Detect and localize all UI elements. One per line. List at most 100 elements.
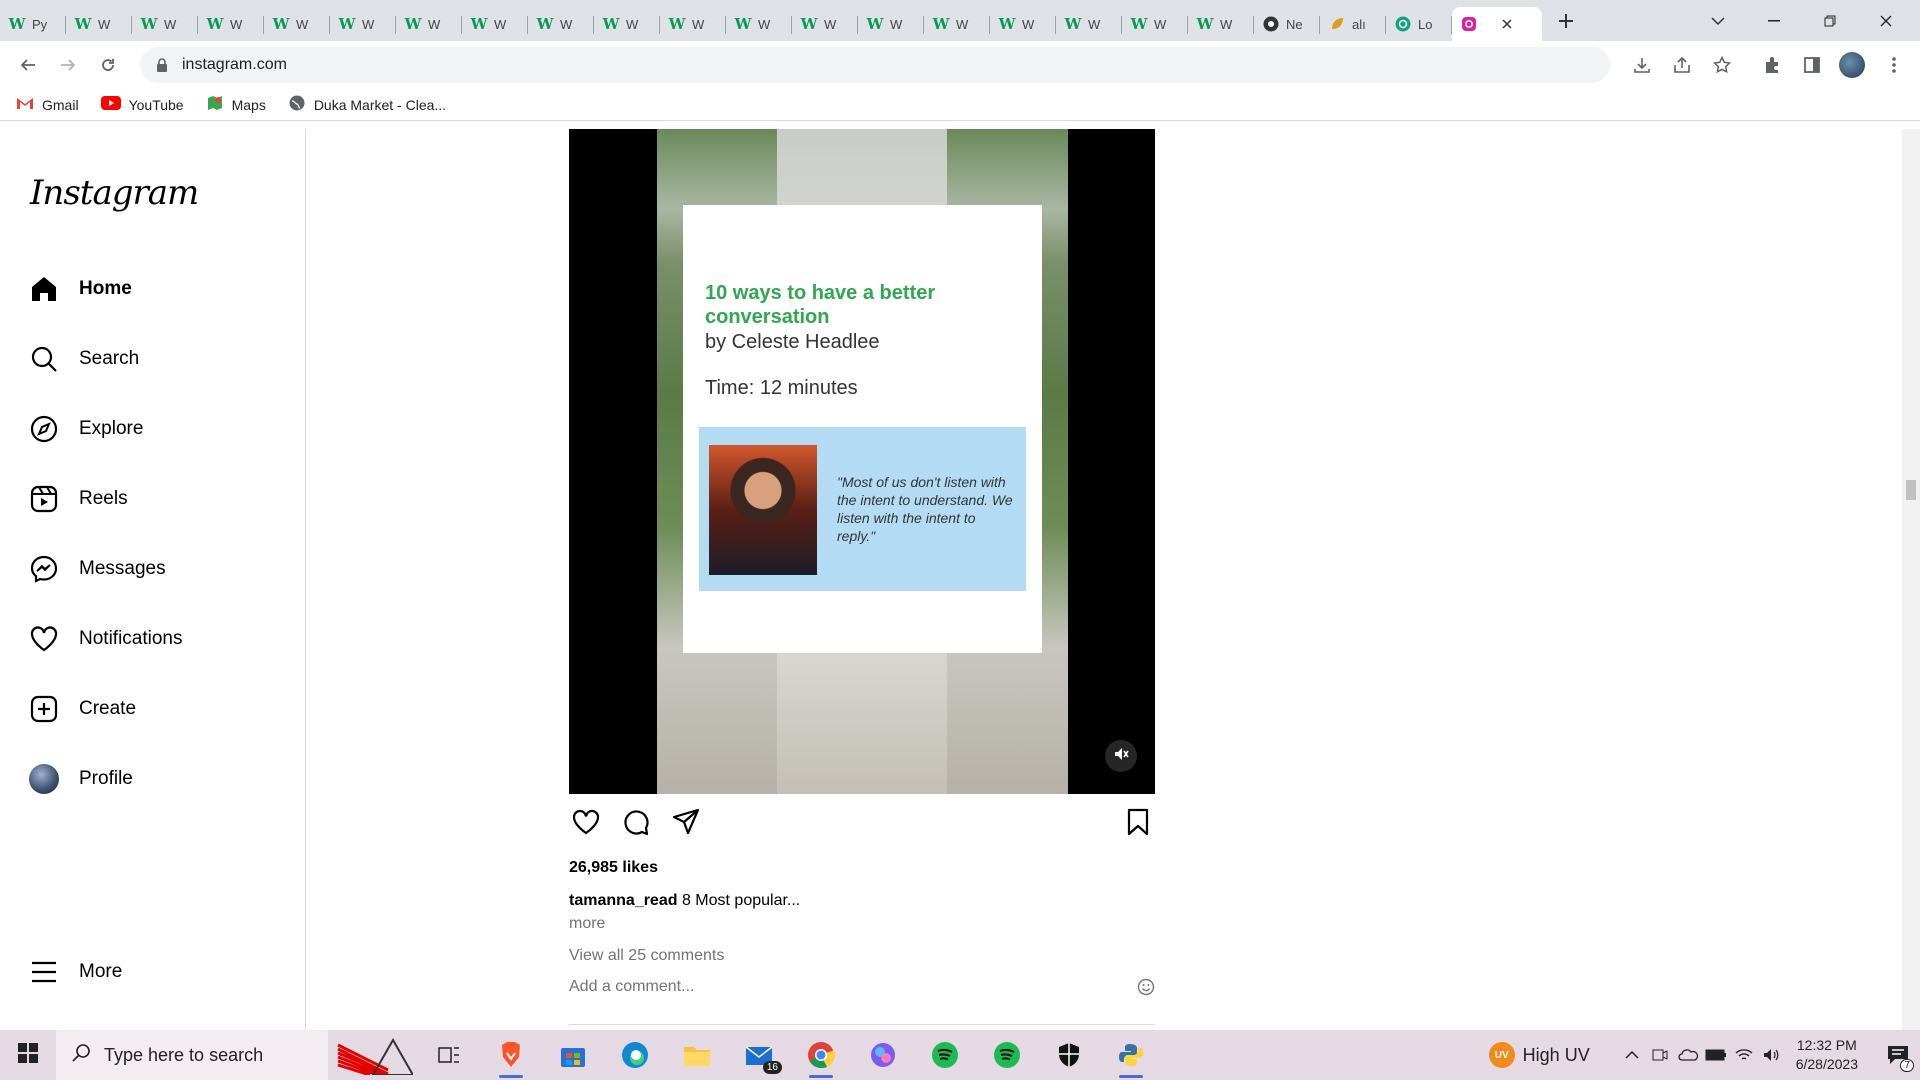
browser-tab[interactable]: WW [528, 7, 594, 41]
browser-tab[interactable]: WW [396, 7, 462, 41]
browser-tab[interactable]: alı [1320, 7, 1386, 41]
nav-more[interactable]: More [29, 952, 122, 992]
browser-tab[interactable]: WW [132, 7, 198, 41]
copilot-icon[interactable] [852, 1030, 914, 1080]
emoji-icon[interactable] [1137, 978, 1155, 996]
quote-text: "Most of us don't listen with the intent… [837, 474, 1013, 544]
browser-tab[interactable]: WW [264, 7, 330, 41]
onedrive-icon[interactable] [1674, 1048, 1702, 1062]
bookmark-duka[interactable]: Duka Market - Clea... [288, 94, 446, 115]
nav-label: Home [79, 278, 132, 299]
sidepanel-icon[interactable] [1794, 47, 1830, 83]
bookmark-youtube[interactable]: YouTube [100, 96, 184, 113]
caption-more-link[interactable]: more [569, 915, 605, 933]
new-tab-button[interactable] [1546, 4, 1586, 38]
security-shield-icon[interactable] [1038, 1030, 1100, 1080]
nav-profile[interactable]: Profile [29, 759, 133, 799]
start-button[interactable] [0, 1030, 56, 1080]
star-icon[interactable] [1704, 47, 1740, 83]
browser-tab[interactable]: WW [1056, 7, 1122, 41]
comment-button[interactable] [619, 807, 653, 841]
browser-tab[interactable]: WW [792, 7, 858, 41]
nav-explore[interactable]: Explore [29, 409, 143, 449]
back-button[interactable] [8, 45, 48, 85]
browser-tab[interactable]: Lo [1386, 7, 1452, 41]
bookmark-gmail[interactable]: Gmail [16, 96, 79, 113]
chevron-up-icon[interactable] [1618, 1050, 1646, 1060]
url-field[interactable]: instagram.com [140, 47, 1610, 83]
forward-button[interactable] [48, 45, 88, 85]
browser-tab[interactable]: WW [858, 7, 924, 41]
python-icon[interactable] [1100, 1030, 1162, 1080]
mute-button[interactable] [1105, 740, 1137, 772]
bookmark-maps[interactable]: Maps [206, 94, 266, 115]
browser-tab[interactable]: WW [594, 7, 660, 41]
browser-tab[interactable]: WW [726, 7, 792, 41]
task-view-icon[interactable] [418, 1030, 480, 1080]
close-window-button[interactable] [1858, 0, 1914, 41]
post-username[interactable]: tamanna_read [569, 892, 678, 909]
nav-search[interactable]: Search [29, 339, 139, 379]
browser-tab[interactable] [1452, 7, 1542, 41]
gmail-icon [16, 96, 34, 113]
nav-messages[interactable]: Messages [29, 549, 166, 589]
share-icon[interactable] [1664, 47, 1700, 83]
minimize-button[interactable] [1746, 0, 1802, 41]
browser-tab[interactable]: WW [990, 7, 1056, 41]
browser-tab[interactable]: W Py [0, 7, 66, 41]
view-comments-link[interactable]: View all 25 comments [569, 947, 724, 965]
clock[interactable]: 12:32 PM 6/28/2023 [1796, 1036, 1858, 1074]
tab-label: W [1220, 16, 1233, 32]
spotify-icon-2[interactable] [976, 1030, 1038, 1080]
volume-icon[interactable] [1758, 1048, 1786, 1062]
pride-banner-icon[interactable] [328, 1030, 418, 1080]
extensions-icon[interactable] [1754, 47, 1790, 83]
tab-label: W [1154, 16, 1167, 32]
install-icon[interactable] [1624, 47, 1660, 83]
close-tab-icon[interactable] [1502, 17, 1512, 32]
file-explorer-icon[interactable] [666, 1030, 728, 1080]
share-button[interactable] [669, 807, 703, 841]
browser-tab[interactable]: WW [660, 7, 726, 41]
store-icon[interactable] [542, 1030, 604, 1080]
save-button[interactable] [1121, 807, 1155, 841]
tab-label: W [1088, 16, 1101, 32]
profile-avatar[interactable] [1834, 47, 1870, 83]
reload-button[interactable] [88, 45, 128, 85]
spotify-icon[interactable] [914, 1030, 976, 1080]
notification-center-button[interactable]: 7 [1876, 1030, 1920, 1080]
mail-icon[interactable]: 16 [728, 1030, 790, 1080]
nav-reels[interactable]: Reels [29, 479, 128, 519]
likes-count[interactable]: 26,985 likes [569, 859, 658, 877]
browser-tab[interactable]: WW [330, 7, 396, 41]
weather-widget[interactable]: UV High UV [1488, 1042, 1590, 1068]
taskbar-search[interactable]: Type here to search [56, 1030, 328, 1080]
nav-home[interactable]: Home [29, 269, 132, 309]
browser-tab[interactable]: WW [1122, 7, 1188, 41]
browser-tab[interactable]: WW [198, 7, 264, 41]
clock-date: 6/28/2023 [1795, 1056, 1858, 1072]
nav-notifications[interactable]: Notifications [29, 619, 183, 659]
restore-button[interactable] [1802, 0, 1858, 41]
chrome-menu-icon[interactable] [1876, 47, 1912, 83]
brave-icon[interactable] [480, 1030, 542, 1080]
browser-tab[interactable]: WW [66, 7, 132, 41]
comment-input[interactable]: Add a comment... [569, 978, 1155, 996]
wordpress-w-icon: W [272, 15, 290, 33]
browser-tab[interactable]: WW [924, 7, 990, 41]
scrollbar-thumb[interactable] [1906, 480, 1916, 500]
browser-tab[interactable]: Ne [1254, 7, 1320, 41]
instagram-logo[interactable]: Instagram [30, 173, 199, 213]
browser-tab[interactable]: WW [462, 7, 528, 41]
chrome-icon[interactable] [790, 1030, 852, 1080]
battery-icon[interactable] [1702, 1049, 1730, 1061]
like-button[interactable] [569, 807, 603, 841]
tab-search-button[interactable] [1690, 0, 1746, 41]
browser-tab[interactable]: WW [1188, 7, 1254, 41]
wifi-icon[interactable] [1730, 1048, 1758, 1062]
nav-create[interactable]: Create [29, 689, 136, 729]
meet-icon[interactable] [1646, 1047, 1674, 1063]
edge-icon[interactable] [604, 1030, 666, 1080]
post-video[interactable]: 10 ways to have a better conversation by… [569, 129, 1155, 794]
page-scrollbar[interactable] [1902, 129, 1920, 1030]
